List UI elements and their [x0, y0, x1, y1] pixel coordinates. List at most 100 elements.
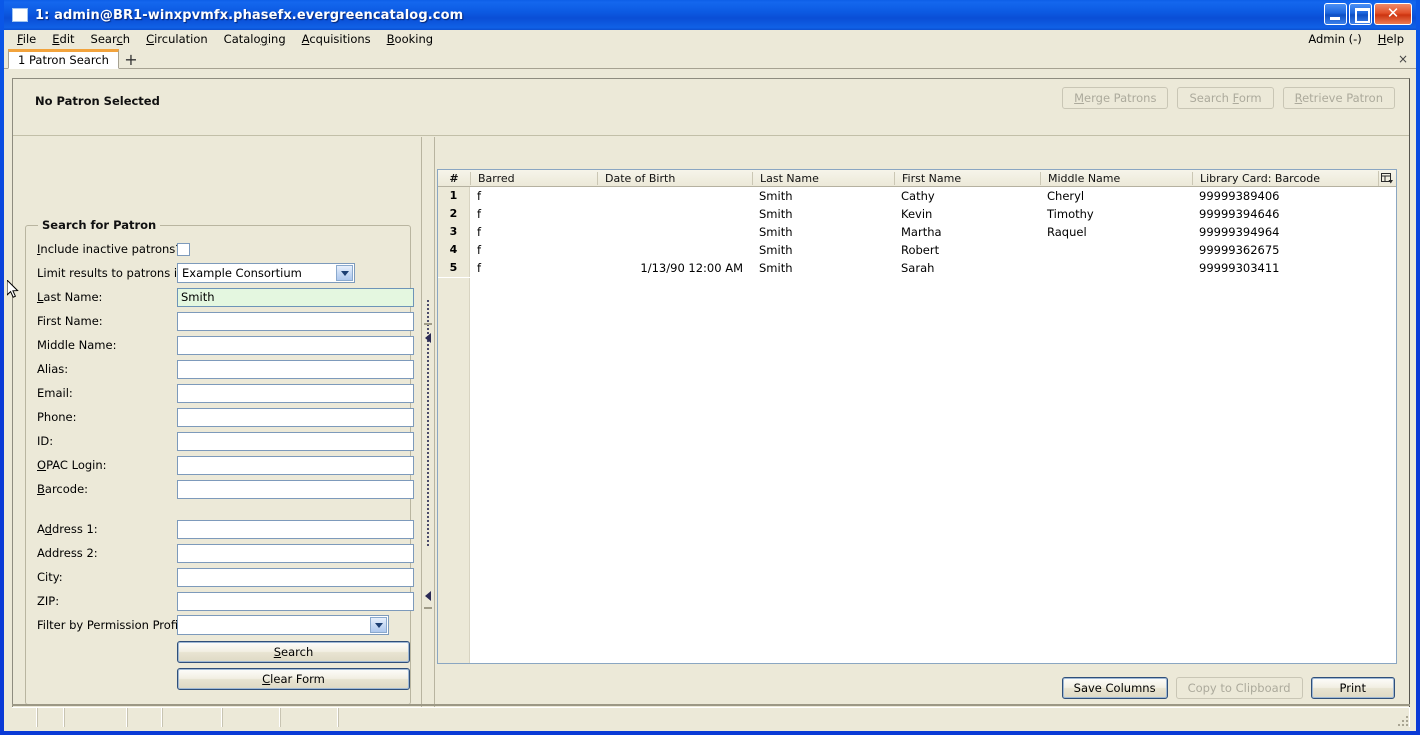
- last-name-label: Last Name:: [37, 290, 103, 304]
- menu-cataloging[interactable]: Cataloging: [216, 30, 294, 48]
- merge-patrons-button[interactable]: Merge Patrons: [1062, 87, 1169, 109]
- table-row[interactable]: 4 f Smith Robert 99999362675: [438, 241, 1396, 259]
- menu-help[interactable]: Help: [1370, 30, 1412, 48]
- menu-search[interactable]: Search: [83, 30, 139, 48]
- address-1-label: Address 1:: [37, 522, 98, 536]
- phone-input[interactable]: [177, 407, 414, 427]
- column-picker-icon[interactable]: [1378, 171, 1394, 186]
- address-1-input[interactable]: [177, 519, 414, 539]
- first-name-input[interactable]: [177, 311, 414, 331]
- table-row[interactable]: 3 f Smith Martha Raquel 99999394964: [438, 223, 1396, 241]
- menu-booking[interactable]: Booking: [379, 30, 441, 48]
- city-input[interactable]: [177, 567, 414, 587]
- menu-edit[interactable]: Edit: [44, 30, 82, 48]
- status-cell-2: [37, 708, 64, 727]
- cell-library-card: 99999303411: [1199, 261, 1280, 275]
- menu-file[interactable]: File: [9, 30, 44, 48]
- status-bar: [12, 707, 1410, 727]
- row-number-gutter: [438, 278, 470, 663]
- status-cell-5: [162, 708, 222, 727]
- last-name-input[interactable]: [177, 287, 414, 307]
- column-header-first-name[interactable]: First Name: [894, 171, 1040, 185]
- email-input[interactable]: [177, 383, 414, 403]
- barcode-label: Barcode:: [37, 482, 89, 496]
- cell-first-name: Sarah: [901, 261, 935, 275]
- resize-grip[interactable]: [1394, 712, 1408, 726]
- menu-admin[interactable]: Admin (-): [1300, 30, 1369, 48]
- cell-date-of-birth: 1/13/90 12:00 AM: [640, 261, 743, 275]
- patron-search-form: Include inactive patrons? Limit results …: [37, 237, 417, 695]
- menu-acquisitions[interactable]: Acquisitions: [294, 30, 379, 48]
- copy-to-clipboard-button[interactable]: Copy to Clipboard: [1175, 677, 1303, 699]
- column-header-last-name[interactable]: Last Name: [752, 171, 894, 185]
- save-columns-button[interactable]: Save Columns: [1061, 677, 1168, 699]
- column-header-barred[interactable]: Barred: [470, 171, 597, 185]
- new-tab-button[interactable]: +: [119, 49, 143, 69]
- limit-results-value: Example Consortium: [182, 266, 302, 280]
- cell-barred: f: [477, 189, 482, 203]
- patron-status-text: No Patron Selected: [35, 94, 160, 108]
- alias-input[interactable]: [177, 359, 414, 379]
- application-window: 1: admin@BR1-winxpvmfx.phasefx.evergreen…: [0, 0, 1420, 735]
- row-address-1: Address 1:: [37, 517, 417, 541]
- close-button[interactable]: ✕: [1374, 3, 1412, 25]
- row-opac-login: OPAC Login:: [37, 453, 417, 477]
- patron-results-grid[interactable]: # Barred Date of Birth Last Name First N…: [437, 169, 1397, 664]
- id-input[interactable]: [177, 431, 414, 451]
- cell-number: 4: [438, 241, 470, 259]
- cell-number: 1: [438, 187, 470, 205]
- opac-login-input[interactable]: [177, 455, 414, 475]
- collapse-left-arrow-icon-2[interactable]: [425, 591, 431, 601]
- retrieve-patron-button[interactable]: Retrieve Patron: [1282, 87, 1395, 109]
- close-tab-icon[interactable]: ×: [1398, 52, 1408, 66]
- row-city: City:: [37, 565, 417, 589]
- cell-date-of-birth: [597, 205, 752, 223]
- grid-body: 1 f Smith Cathy Cheryl 99999389406 2 f S…: [438, 187, 1396, 277]
- row-phone: Phone:: [37, 405, 417, 429]
- cell-date-of-birth: [597, 223, 752, 241]
- menu-bar: File Edit Search Circulation Cataloging …: [4, 30, 1416, 49]
- print-button[interactable]: Print: [1310, 677, 1395, 699]
- minimize-button[interactable]: [1324, 3, 1347, 25]
- maximize-button[interactable]: [1349, 3, 1372, 25]
- email-label: Email:: [37, 386, 73, 400]
- row-first-name: First Name:: [37, 309, 417, 333]
- cell-number: 2: [438, 205, 470, 223]
- clear-form-button[interactable]: Clear Form: [177, 668, 410, 690]
- row-address-2: Address 2:: [37, 541, 417, 565]
- cell-middle-name: [1040, 241, 1192, 259]
- barcode-input[interactable]: [177, 479, 414, 499]
- column-header-date-of-birth[interactable]: Date of Birth: [597, 171, 752, 185]
- search-form-button[interactable]: Search Form: [1177, 87, 1274, 109]
- splitter-cap-bottom: [424, 607, 432, 609]
- column-header-number[interactable]: #: [438, 172, 470, 185]
- tab-patron-search[interactable]: 1 Patron Search: [8, 49, 119, 69]
- row-email: Email:: [37, 381, 417, 405]
- address-2-input[interactable]: [177, 543, 414, 563]
- table-row[interactable]: 2 f Smith Kevin Timothy 99999394646: [438, 205, 1396, 223]
- limit-results-select[interactable]: Example Consortium: [177, 263, 355, 283]
- menu-circulation[interactable]: Circulation: [138, 30, 216, 48]
- window-title: 1: admin@BR1-winxpvmfx.phasefx.evergreen…: [35, 7, 464, 23]
- cell-last-name: Smith: [759, 243, 793, 257]
- include-inactive-label: Include inactive patrons?: [37, 242, 182, 256]
- title-bar: 1: admin@BR1-winxpvmfx.phasefx.evergreen…: [4, 0, 1416, 30]
- middle-name-input[interactable]: [177, 335, 414, 355]
- middle-name-label: Middle Name:: [37, 338, 117, 352]
- chevron-down-icon: [336, 265, 353, 281]
- cell-library-card: 99999389406: [1199, 189, 1280, 203]
- column-header-middle-name[interactable]: Middle Name: [1040, 171, 1192, 185]
- column-header-library-card[interactable]: Library Card: Barcode: [1192, 171, 1396, 185]
- zip-input[interactable]: [177, 591, 414, 611]
- alias-label: Alias:: [37, 362, 69, 376]
- pane-splitter[interactable]: [421, 137, 435, 709]
- table-row[interactable]: 1 f Smith Cathy Cheryl 99999389406: [438, 187, 1396, 205]
- cell-barred: f: [477, 207, 482, 221]
- permission-profile-select[interactable]: [177, 615, 389, 635]
- collapse-left-arrow-icon[interactable]: [425, 333, 431, 343]
- search-button[interactable]: Search: [177, 641, 410, 663]
- form-action-buttons: Search Clear Form: [37, 641, 417, 690]
- table-row[interactable]: 5 f 1/13/90 12:00 AM Smith Sarah 9999930…: [438, 259, 1396, 277]
- include-inactive-checkbox[interactable]: [177, 242, 190, 256]
- cell-library-card: 99999394646: [1199, 207, 1280, 221]
